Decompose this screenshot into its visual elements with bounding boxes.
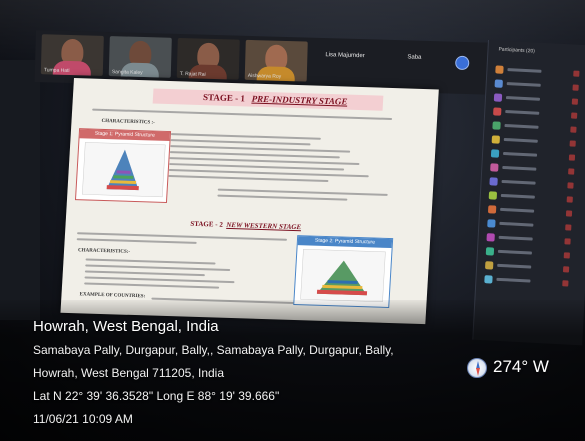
text-line bbox=[217, 194, 348, 201]
participant-name: Aishwarya Roy bbox=[247, 72, 282, 80]
text-line bbox=[84, 282, 220, 289]
pyramid-chart-2 bbox=[300, 249, 386, 303]
participant-row[interactable] bbox=[490, 162, 582, 177]
participant-row[interactable] bbox=[485, 246, 578, 261]
pyramid-structure-2: Stage 2: Pyramid Structure bbox=[293, 235, 394, 309]
text-line bbox=[170, 133, 321, 140]
coordinates: Lat N 22° 39' 36.3528" Long E 88° 19' 39… bbox=[33, 389, 280, 403]
text-line bbox=[85, 258, 216, 265]
compass-heading: 274° W bbox=[493, 357, 549, 376]
participant-row[interactable] bbox=[486, 232, 578, 247]
slide-title-prefix: STAGE - 1 bbox=[202, 92, 246, 104]
more-participants-button[interactable] bbox=[455, 55, 470, 71]
participant-row[interactable] bbox=[492, 120, 584, 135]
text-line bbox=[92, 108, 393, 121]
left-toolbar bbox=[0, 60, 40, 320]
shared-slide: STAGE - 1 PRE-INDUSTRY STAGE CHARACTERIS… bbox=[60, 78, 439, 325]
participant-name-box[interactable]: Saba bbox=[407, 54, 421, 60]
participant-name: Sangita Kaley bbox=[111, 69, 143, 76]
participant-name: Tumpa Hati bbox=[43, 67, 70, 74]
participant-row[interactable] bbox=[490, 148, 583, 163]
stage2-main: NEW WESTERN STAGE bbox=[226, 220, 302, 232]
participant-name-box[interactable]: Lisa Majumder bbox=[325, 52, 365, 59]
pyramid-chart-1 bbox=[82, 142, 166, 198]
characteristics2-heading: CHARACTERISTICS:- bbox=[77, 248, 131, 255]
stage2-prefix: STAGE - 2 bbox=[190, 219, 224, 229]
characteristics-heading: CHARACTERISTICS :- bbox=[101, 118, 155, 126]
participant-row[interactable] bbox=[488, 190, 581, 205]
participant-row[interactable] bbox=[487, 204, 580, 219]
participant-row[interactable] bbox=[485, 260, 577, 275]
participant-name: T. Rajat Rai bbox=[179, 71, 206, 78]
participant-row[interactable] bbox=[493, 92, 585, 107]
participant-row[interactable] bbox=[489, 176, 581, 191]
text-line bbox=[76, 238, 197, 244]
participant-tile[interactable]: Aishwarya Roy bbox=[244, 39, 308, 82]
participant-tile[interactable]: T. Rajat Rai bbox=[176, 37, 240, 80]
text-line bbox=[85, 264, 231, 271]
text-line bbox=[84, 270, 205, 277]
stage2-title: STAGE - 2 NEW WESTERN STAGE bbox=[160, 217, 331, 234]
datetime: 11/06/21 10:09 AM bbox=[33, 412, 133, 426]
slide-title: STAGE - 1 PRE-INDUSTRY STAGE bbox=[152, 88, 384, 111]
pyramid-structure-1: Stage 1: Pyramid Structure bbox=[74, 128, 172, 203]
participant-row[interactable] bbox=[495, 64, 585, 79]
slide-title-main: PRE-INDUSTRY STAGE bbox=[251, 93, 348, 107]
compass-icon bbox=[467, 358, 487, 378]
examples-heading: EXAMPLE OF COUNTRIES: bbox=[79, 292, 146, 300]
text-line bbox=[168, 175, 329, 183]
address-line-1: Samabaya Pally, Durgapur, Bally,, Samaba… bbox=[33, 343, 394, 357]
participant-row[interactable] bbox=[491, 134, 584, 149]
address-line-2: Howrah, West Bengal 711205, India bbox=[33, 366, 225, 380]
participant-row[interactable] bbox=[484, 274, 576, 289]
participant-tile[interactable]: Sangita Kaley bbox=[108, 36, 172, 78]
participant-row[interactable] bbox=[487, 218, 579, 233]
participant-row[interactable] bbox=[493, 106, 585, 121]
location-title: Howrah, West Bengal, India bbox=[33, 318, 219, 335]
text-line bbox=[170, 139, 311, 146]
participant-tile[interactable]: Tumpa Hati bbox=[40, 34, 104, 76]
text-line bbox=[84, 276, 235, 284]
participant-row[interactable] bbox=[494, 78, 585, 93]
participants-panel-header: Participants (20) bbox=[498, 46, 536, 55]
